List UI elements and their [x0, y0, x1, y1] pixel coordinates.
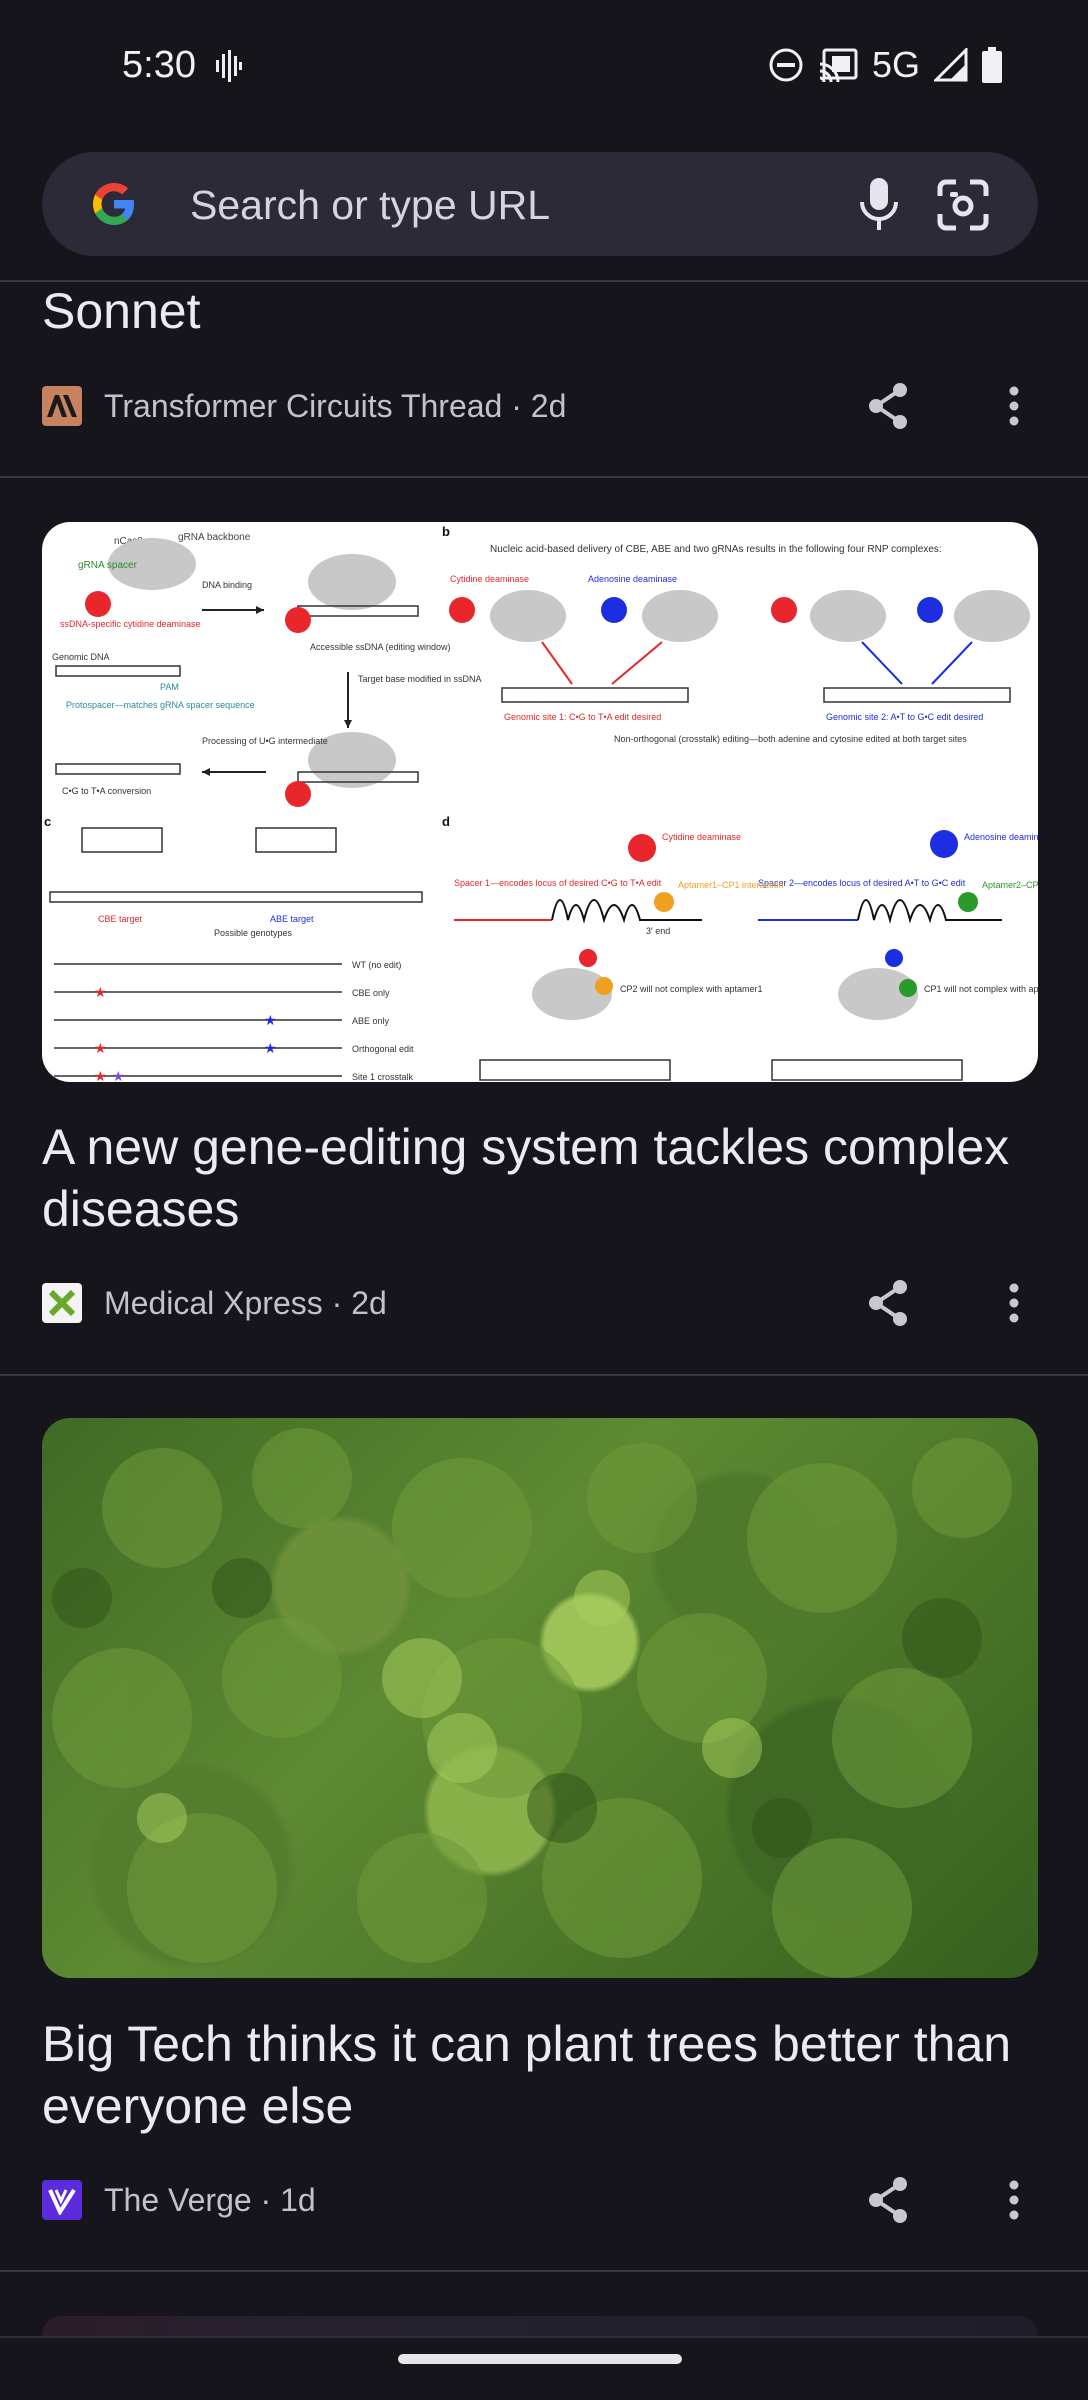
svg-text:★: ★	[264, 1040, 277, 1056]
anthropic-logo-icon	[42, 386, 82, 426]
svg-text:★: ★	[94, 1040, 107, 1056]
figure-label: Accessible ssDNA (editing window)	[310, 642, 451, 652]
figure-label: Orthogonal edit	[352, 1044, 414, 1054]
figure-label: gRNA backbone	[178, 532, 251, 543]
figure-label: ssDNA-specific cytidine deaminase	[60, 619, 201, 629]
figure-label: Aptamer1–CP1 interaction	[678, 880, 784, 890]
article-title[interactable]: Big Tech thinks it can plant trees bette…	[42, 2013, 1032, 2137]
figure-label: Adenosine deaminase	[588, 574, 677, 584]
figure-label: Cytidine deaminase	[450, 574, 529, 584]
share-icon[interactable]	[866, 2176, 910, 2224]
figure-label: gRNA spacer	[78, 560, 138, 571]
figure-label: PAM	[160, 682, 179, 692]
panel-label: b	[442, 524, 450, 539]
figure-label: 3′ end	[646, 926, 670, 936]
article-meta: Transformer Circuits Thread · 2d	[42, 386, 566, 426]
medical-xpress-logo-icon	[42, 1283, 82, 1323]
figure-label: Genomic site 2: A•T to G•C edit desired	[826, 712, 983, 722]
search-bar[interactable]: Search or type URL	[42, 152, 1038, 256]
figure-label: Spacer 1—encodes locus of desired C•G to…	[454, 878, 662, 888]
article-image[interactable]: nCas9 gRNA backbone gRNA spacer ssDNA-sp…	[42, 522, 1038, 1082]
figure-label: Target base modified in ssDNA	[358, 674, 482, 684]
figure-label: Possible genotypes	[214, 928, 293, 938]
figure-label: Protospacer—matches gRNA spacer sequence	[66, 700, 255, 710]
divider	[0, 1374, 1088, 1376]
forest-canopy-image	[52, 1428, 1012, 1978]
share-icon[interactable]	[866, 382, 910, 430]
svg-text:★: ★	[112, 1068, 125, 1082]
figure-label: CP2 will not complex with aptamer1	[620, 984, 763, 994]
figure-label: WT (no edit)	[352, 960, 401, 970]
vibrate-icon	[216, 50, 242, 82]
figure-label: Spacer 2—encodes locus of desired A•T to…	[758, 878, 966, 888]
google-logo-icon	[93, 183, 134, 225]
figure-label: Genomic site 1: C•G to T•A edit desired	[504, 712, 661, 722]
share-icon[interactable]	[866, 1279, 910, 1327]
article-meta: Medical Xpress · 2d	[42, 1283, 387, 1323]
panel-label: c	[44, 814, 51, 829]
article-source: Medical Xpress · 2d	[104, 1284, 387, 1321]
svg-text:★: ★	[264, 1012, 277, 1028]
figure-label: Site 1 crosstalk	[352, 1072, 414, 1082]
article-meta: The Verge · 1d	[42, 2180, 316, 2220]
signal-icon	[934, 48, 968, 82]
figure-label: Processing of U•G intermediate	[202, 736, 328, 746]
figure-label: Aptamer2–CP2 interaction	[982, 880, 1038, 890]
status-time: 5:30	[122, 44, 196, 86]
microphone-icon[interactable]	[854, 176, 904, 232]
do-not-disturb-icon	[769, 48, 803, 82]
more-options-icon[interactable]	[1000, 1283, 1028, 1323]
google-lens-icon[interactable]	[936, 178, 990, 232]
figure-label: ABE only	[352, 1016, 390, 1026]
more-options-icon[interactable]	[1000, 386, 1028, 426]
figure-label: Cytidine deaminase	[662, 832, 741, 842]
figure-label: CP1 will not complex with aptamer2	[924, 984, 1038, 994]
divider	[0, 476, 1088, 478]
svg-text:★: ★	[94, 984, 107, 1000]
cast-icon	[819, 48, 858, 82]
article-image[interactable]	[42, 1418, 1038, 1978]
figure-label: DNA binding	[202, 580, 252, 590]
figure-label: CBE only	[352, 988, 390, 998]
svg-text:★: ★	[94, 1068, 107, 1082]
figure-header: Nucleic acid-based delivery of CBE, ABE …	[490, 544, 942, 555]
gene-editing-figure: nCas9 gRNA backbone gRNA spacer ssDNA-sp…	[44, 524, 1038, 1082]
article-title[interactable]: Sonnet	[42, 280, 1032, 342]
search-input[interactable]: Search or type URL	[190, 182, 550, 229]
figure-label: Genomic DNA	[52, 652, 110, 662]
more-options-icon[interactable]	[1000, 2180, 1028, 2220]
article-title[interactable]: A new gene-editing system tackles comple…	[42, 1116, 1032, 1240]
figure-label: Adenosine deaminase	[964, 832, 1038, 842]
figure-label: ABE target	[270, 914, 314, 924]
next-article-image[interactable]	[42, 2316, 1038, 2336]
figure-label: Non-orthogonal (crosstalk) editing—both …	[614, 734, 967, 744]
home-indicator[interactable]	[398, 2354, 682, 2364]
network-type: 5G	[871, 44, 920, 85]
divider	[0, 2270, 1088, 2272]
figure-label: C•G to T•A conversion	[62, 786, 151, 796]
article-source: The Verge · 1d	[104, 2181, 316, 2218]
the-verge-logo-icon	[42, 2180, 82, 2220]
battery-icon	[982, 47, 1002, 83]
panel-label: d	[442, 814, 450, 829]
status-bar: 5:30 5G	[0, 0, 1088, 134]
divider	[0, 2336, 1088, 2338]
figure-label: CBE target	[98, 914, 143, 924]
article-source: Transformer Circuits Thread · 2d	[104, 387, 567, 424]
